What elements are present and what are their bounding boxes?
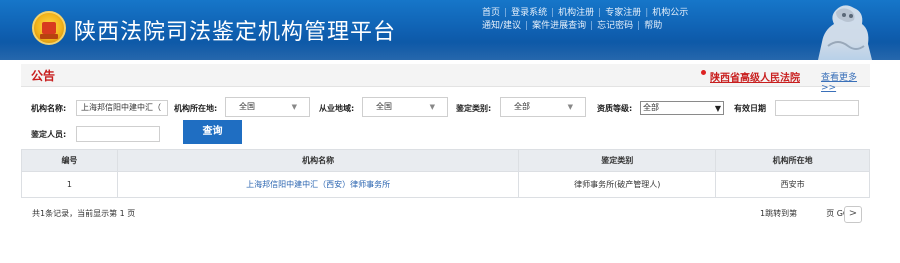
results-table: 编号 机构名称 鉴定类别 机构所在地 1 上海邦信阳中建中汇（西安）律师事务所 …	[21, 149, 870, 198]
org-name-input[interactable]: 上海邦信阳中建中汇（	[76, 100, 168, 116]
nav-expert-register[interactable]: 专家注册	[605, 8, 641, 18]
nav-notice-suggest[interactable]: 通知/建议	[482, 21, 521, 31]
valid-date-label: 有效日期	[734, 104, 766, 113]
court-emblem-icon	[32, 11, 66, 45]
chevron-down-icon: ▼	[714, 104, 721, 113]
page: 陕西法院司法鉴定机构管理平台 首页 | 登录系统 | 机构注册 | 专家注册 | 机构公示 通知…	[0, 0, 900, 263]
nav-home[interactable]: 首页	[482, 8, 500, 18]
appraisal-type-value: 全部	[514, 102, 530, 111]
nav-forgot-password[interactable]: 忘记密码	[597, 21, 633, 31]
site-header: 陕西法院司法鉴定机构管理平台 首页 | 登录系统 | 机构注册 | 专家注册 | 机构公示 通知…	[0, 0, 900, 60]
dropdown-caret-icon: ▼	[567, 103, 573, 111]
valid-date-input[interactable]	[775, 100, 859, 116]
site-title: 陕西法院司法鉴定机构管理平台	[74, 20, 397, 45]
record-summary: 共1条记录，当前显示第 1 页	[32, 209, 136, 218]
practice-region-select[interactable]: 全国 ▼	[362, 97, 448, 117]
bullet-icon	[701, 70, 706, 75]
nav-org-publicity[interactable]: 机构公示	[652, 8, 688, 18]
query-button[interactable]: 查询	[183, 120, 242, 144]
nav-login[interactable]: 登录系统	[511, 8, 547, 18]
top-navigation: 首页 | 登录系统 | 机构注册 | 专家注册 | 机构公示 通知/建议 | 案件进展查询 | 忘记密码…	[482, 7, 752, 33]
appraiser-label: 鉴定人员:	[31, 130, 67, 139]
nav-case-progress[interactable]: 案件进展查询	[532, 21, 586, 31]
announcement-title: 公告	[31, 69, 56, 83]
table-row: 1 上海邦信阳中建中汇（西安）律师事务所 律师事务所(破产管理人) 西安市	[21, 171, 870, 198]
column-header-number: 编号	[21, 149, 118, 172]
table-header-row: 编号 机构名称 鉴定类别 机构所在地	[21, 149, 870, 172]
qualification-level-select[interactable]: 全部 ▼	[640, 101, 724, 115]
appraisal-type-select[interactable]: 全部 ▼	[500, 97, 586, 117]
cell-number: 1	[21, 171, 118, 198]
nav-org-register[interactable]: 机构注册	[558, 8, 594, 18]
dropdown-caret-icon: ▼	[429, 103, 435, 111]
pagination: 1跳转到第 页 GO	[760, 208, 849, 219]
view-more-link[interactable]: 查看更多>>	[821, 70, 870, 93]
appraisal-type-label: 鉴定类别:	[456, 104, 492, 113]
chevron-right-icon[interactable]: >	[844, 206, 862, 223]
announcement-bar: 公告 陕西省高级人民法院 查看更多>>	[21, 64, 870, 93]
column-header-location: 机构所在地	[715, 149, 870, 172]
org-location-label: 机构所在地:	[174, 104, 218, 113]
cell-location: 西安市	[715, 171, 870, 198]
practice-region-label: 从业地域:	[319, 104, 355, 113]
top-nav-row-2: 通知/建议 | 案件进展查询 | 忘记密码 | 帮助	[482, 21, 663, 31]
jump-to-page-label: 1跳转到第	[760, 209, 798, 218]
nav-help[interactable]: 帮助	[644, 21, 662, 31]
column-header-appraisal-type: 鉴定类别	[518, 149, 717, 172]
practice-region-value: 全国	[376, 102, 392, 111]
top-nav-row-1: 首页 | 登录系统 | 机构注册 | 专家注册 | 机构公示	[482, 8, 689, 18]
org-location-select[interactable]: 全国 ▼	[225, 97, 310, 117]
stone-lion-icon	[818, 5, 872, 60]
org-location-value: 全国	[239, 102, 255, 111]
qualification-level-value: 全部	[643, 103, 659, 112]
column-header-org-name: 机构名称	[116, 149, 520, 172]
org-name-link[interactable]: 上海邦信阳中建中汇（西安）律师事务所	[116, 171, 520, 198]
dropdown-caret-icon: ▼	[291, 103, 297, 111]
appraiser-input[interactable]	[76, 126, 160, 142]
cell-appraisal-type: 律师事务所(破产管理人)	[518, 171, 717, 198]
qualification-level-label: 资质等级:	[597, 104, 633, 113]
court-announcement-link[interactable]: 陕西省高级人民法院	[710, 69, 800, 84]
org-name-label: 机构名称:	[31, 104, 67, 113]
